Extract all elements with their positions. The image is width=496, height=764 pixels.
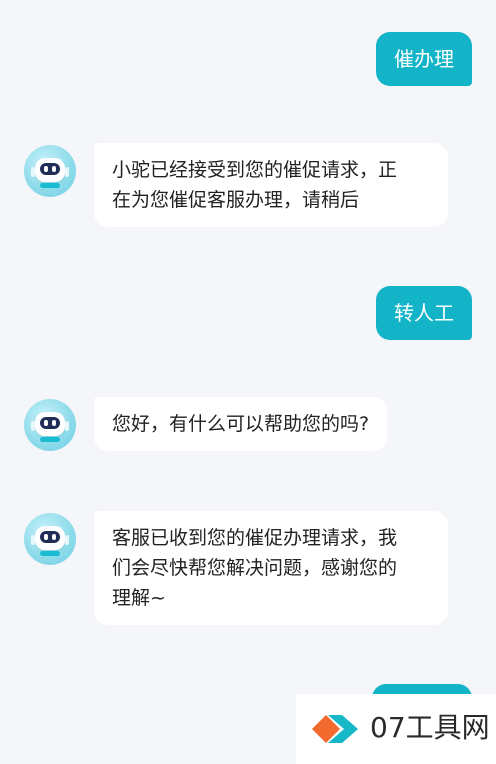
watermark: 07工具网 <box>296 694 496 764</box>
user-message-bubble[interactable]: 催办理 <box>376 32 472 86</box>
user-message-text: 转人工 <box>394 301 454 325</box>
bot-message-bubble[interactable]: 小驼已经接受到您的催促请求，正 在为您催促客服办理，请稍后 <box>94 143 448 227</box>
watermark-text: 07工具网 <box>370 711 490 744</box>
message-row-bot: 小驼已经接受到您的催促请求，正 在为您催促客服办理，请稍后 <box>0 143 496 227</box>
bot-message-line: 您好，有什么可以帮助您的吗? <box>112 413 370 435</box>
robot-avatar-icon <box>35 526 65 550</box>
message-row-user: 转人工 <box>0 286 496 340</box>
user-message-text: 催办理 <box>394 47 454 71</box>
bot-message-bubble[interactable]: 您好，有什么可以帮助您的吗? <box>94 397 388 451</box>
chat-thread: 催办理 小驼已经接受到您的催促请求，正 在为您催促客服办理，请稍后 转人工 您好… <box>0 0 496 764</box>
bot-message-line: 小驼已经接受到您的催促请求，正 <box>112 159 398 181</box>
user-message-bubble[interactable]: 转人工 <box>376 286 472 340</box>
bot-avatar <box>24 145 76 197</box>
message-row-bot: 客服已收到您的催促办理请求，我 们会尽快帮您解决问题，感谢您的 理解~ <box>0 511 496 625</box>
bot-message-line: 们会尽快帮您解决问题，感谢您的 <box>112 557 398 579</box>
robot-avatar-icon <box>35 412 65 436</box>
message-row-bot: 您好，有什么可以帮助您的吗? <box>0 397 496 453</box>
diamond-logo-icon <box>312 715 358 743</box>
robot-avatar-icon <box>35 158 65 182</box>
bot-avatar <box>24 513 76 565</box>
bot-message-line: 客服已收到您的催促办理请求，我 <box>112 527 398 549</box>
message-row-user: 催办理 <box>0 32 496 86</box>
bot-message-line: 在为您催促客服办理，请稍后 <box>112 189 360 211</box>
bot-avatar <box>24 399 76 451</box>
bot-message-bubble[interactable]: 客服已收到您的催促办理请求，我 们会尽快帮您解决问题，感谢您的 理解~ <box>94 511 448 625</box>
bot-message-line: 理解~ <box>112 587 166 609</box>
